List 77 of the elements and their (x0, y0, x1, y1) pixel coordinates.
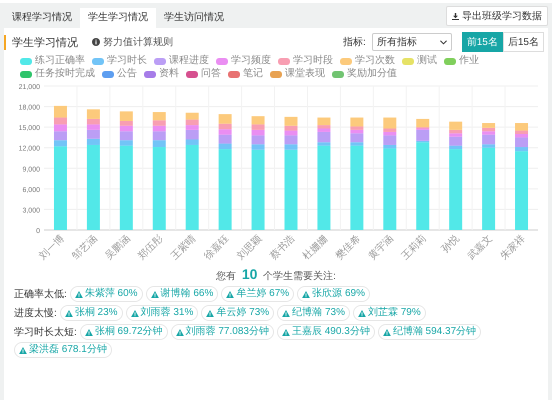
student-tag[interactable]: 牟云婷 73% (201, 305, 274, 321)
legend-label: 任务按时完成 (35, 68, 95, 80)
legend-label: 课程进度 (169, 55, 209, 67)
warning-icon (64, 310, 73, 316)
student-tag[interactable]: 谢博翰 66% (146, 286, 218, 302)
warning-icon (382, 328, 391, 336)
metric-label: 指标: (342, 36, 366, 49)
rank-toggle[interactable]: 前15名 (462, 32, 503, 52)
tab[interactable]: 学生学习情况 (80, 8, 156, 28)
legend-label: 学习频度 (231, 55, 271, 67)
legend-label: 作业 (459, 55, 479, 67)
student-tag[interactable]: 刘雨蓉 77.083分钟 (170, 324, 274, 340)
warning-icon (176, 328, 184, 336)
axis-tick-label: 徐嘉钰 (202, 233, 232, 262)
axis-tick-label: 王紫晴 (169, 233, 198, 262)
rank-toggle[interactable]: 后15名 (502, 32, 544, 52)
axis-tick-label: 杜姗姗 (301, 233, 330, 262)
warning-icon (74, 290, 83, 298)
student-tag[interactable]: 纪博瀚 73% (277, 305, 350, 321)
axis-tick-label: 王莉莉 (400, 233, 429, 262)
axis-tick-label: 武嘉文 (466, 233, 495, 262)
warning-icon (302, 290, 310, 298)
student-tag[interactable]: 张桐 69.72分钟 (80, 324, 168, 340)
student-tag[interactable]: 张桐 23% (60, 305, 123, 321)
legend-label: 练习正确率 (35, 55, 85, 67)
legend-label: 资料 (159, 68, 179, 80)
legend-label: 测试 (417, 55, 437, 67)
axis-tick-label: 黄宇涵 (366, 233, 396, 262)
warning-icon (282, 328, 290, 336)
chevron-down-icon (440, 40, 447, 44)
legend-label: 学习时段 (293, 55, 333, 67)
axis-tick-label: 樊佳希 (334, 233, 363, 262)
student-tag[interactable]: 刘芷霖 79% (352, 305, 426, 321)
info-icon (92, 38, 100, 46)
student-tag[interactable]: 牟兰婷 67% (221, 286, 294, 302)
warning-icon (150, 290, 159, 298)
student-tag[interactable]: 刘雨蓉 31% (126, 305, 198, 321)
attention-summary: 您有 10 个学生需要关注: (215, 266, 337, 283)
axis-tick-label: 蔡书浩 (268, 233, 298, 262)
warning-icon (358, 310, 366, 316)
download-icon (452, 12, 459, 20)
student-tag[interactable]: 朱紫萍 60% (70, 286, 143, 302)
warning-icon (226, 290, 234, 298)
legend-label: 问答 (201, 68, 221, 80)
bar-segment (152, 112, 166, 120)
tab[interactable]: 课程学习情况 (4, 8, 80, 28)
legend-label: 课堂表现 (285, 68, 325, 80)
axis-tick-label: 朱家祥 (498, 233, 528, 262)
tab[interactable]: 学生访问情况 (156, 8, 232, 28)
axis-tick-label: 孙悦 (440, 233, 462, 256)
section-title: 学生学习情况 (4, 34, 78, 50)
warning-icon (130, 310, 139, 316)
group-label: 正确率太低: (14, 288, 67, 301)
axis-tick-label: 邹艺涵 (70, 233, 100, 262)
student-tag[interactable]: 王嘉辰 490.3分钟 (276, 324, 375, 340)
student-tag[interactable]: 梁洪磊 678.1分钟 (14, 342, 112, 358)
warning-icon (19, 346, 27, 354)
legend-label: 奖励加分值 (347, 68, 397, 80)
axis-tick-label: 吴鹏涵 (103, 233, 132, 262)
group-label: 进度太慢: (14, 306, 57, 320)
legend-label: 学习时长 (107, 55, 147, 67)
legend-label: 学习次数 (355, 55, 395, 67)
legend-label: 笔记 (243, 68, 263, 80)
student-tag[interactable]: 张欣源 69% (297, 286, 370, 302)
axis-tick-label: 刘一博 (38, 233, 67, 262)
axis-tick-label: 郑伍彤 (136, 233, 166, 262)
warning-icon (282, 310, 290, 316)
metric-select[interactable]: 所有指标 (372, 33, 452, 51)
warning-icon (206, 310, 214, 316)
student-tag[interactable]: 纪博瀚 594.37分钟 (378, 324, 482, 340)
axis-tick-label: 刘思颖 (235, 233, 264, 262)
group-label: 学习时长太短: (14, 326, 77, 339)
export-button[interactable]: 导出班级学习数据 (446, 6, 548, 26)
bar-segment (252, 116, 265, 124)
rule-link[interactable]: 努力值计算规则 (92, 35, 173, 49)
warning-icon (84, 328, 93, 336)
legend-label: 公告 (117, 68, 137, 80)
